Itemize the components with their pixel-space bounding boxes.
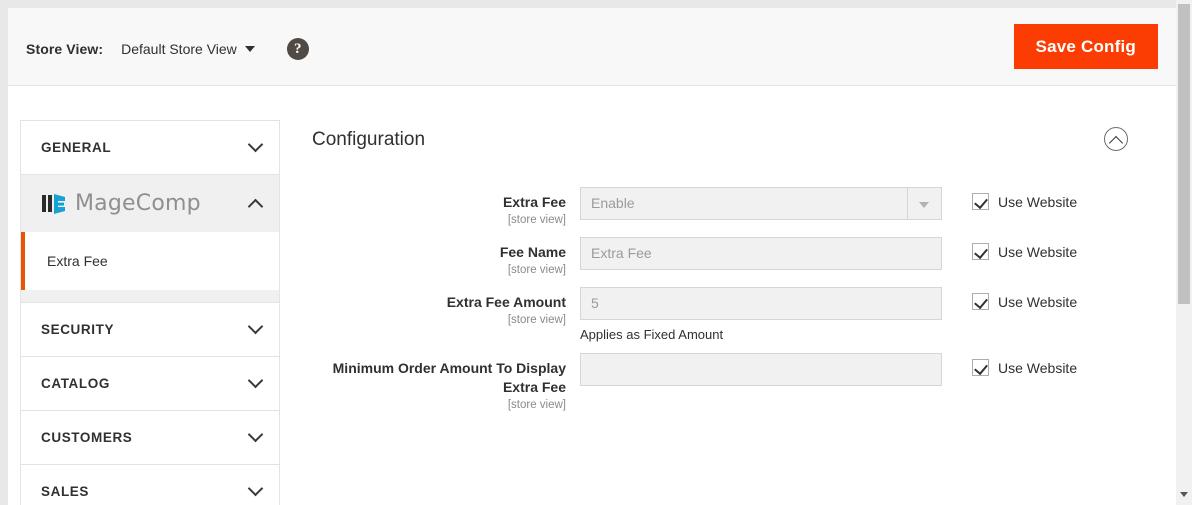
sidebar-section-catalog-header[interactable]: CATALOG <box>21 357 279 410</box>
field-row-fee-name: Fee Name [store view] Extra Fee Use Webs… <box>300 237 1176 276</box>
chevron-up-icon <box>247 198 264 214</box>
scroll-down-arrow-icon[interactable] <box>1180 492 1188 497</box>
chevron-up-circle-icon[interactable] <box>1104 127 1128 151</box>
use-website-checkbox[interactable] <box>972 359 989 376</box>
scrollbar-thumb[interactable] <box>1178 4 1190 304</box>
field-scope-text: [store view] <box>507 314 566 326</box>
chevron-down-icon <box>247 372 264 388</box>
content-row: GENERAL MageComp Extra Fee SECURITY CATA… <box>8 87 1176 505</box>
inherit-group-fee-name: Use Website <box>972 237 1077 260</box>
field-label-text: Minimum Order Amount To Display Extra Fe… <box>332 360 566 395</box>
extra-fee-select[interactable]: Enable <box>580 187 942 220</box>
store-view-value: Default Store View <box>121 41 237 57</box>
sidebar-item-extra-fee-label: Extra Fee <box>47 253 108 269</box>
fee-name-input[interactable]: Extra Fee <box>580 237 942 270</box>
field-label-fee-name: Fee Name [store view] <box>300 237 580 276</box>
sidebar-section-security-header[interactable]: SECURITY <box>21 303 279 356</box>
page-root: Store View: Default Store View ? Save Co… <box>0 0 1192 505</box>
page-header: Store View: Default Store View ? Save Co… <box>8 8 1176 86</box>
sidebar-section-security[interactable]: SECURITY <box>20 302 280 356</box>
chevron-down-icon <box>247 136 264 152</box>
use-website-checkbox[interactable] <box>972 293 989 310</box>
store-view-group: Store View: Default Store View ? <box>26 38 309 60</box>
configuration-form: Extra Fee [store view] Enable Use Websit… <box>300 187 1176 411</box>
sidebar-section-customers-header[interactable]: CUSTOMERS <box>21 411 279 464</box>
sidebar-section-catalog[interactable]: CATALOG <box>20 356 280 410</box>
field-control-minimum-order-amount <box>580 353 942 386</box>
field-scope-text: [store view] <box>507 214 566 226</box>
field-control-extra-fee-amount: 5 Applies as Fixed Amount <box>580 287 942 342</box>
inherit-group-minimum-order-amount: Use Website <box>972 353 1077 376</box>
store-view-label: Store View: <box>26 41 104 57</box>
sidebar-section-security-label: SECURITY <box>41 322 115 337</box>
magecomp-logo: MageComp <box>41 191 201 217</box>
field-label-text: Fee Name <box>499 244 566 260</box>
page-title: Configuration <box>312 129 426 150</box>
config-main: Configuration Extra Fee [store view] Ena… <box>300 87 1176 505</box>
sidebar-section-general-label: GENERAL <box>41 140 112 155</box>
store-view-switcher[interactable]: Default Store View <box>121 41 255 57</box>
field-label-text: Extra Fee Amount <box>446 294 566 310</box>
sidebar-section-catalog-label: CATALOG <box>41 376 110 391</box>
sidebar-section-sales-label: SALES <box>41 484 90 499</box>
sidebar-section-customers[interactable]: CUSTOMERS <box>20 410 280 464</box>
page-scrollbar[interactable] <box>1176 0 1192 505</box>
chevron-down-icon <box>247 426 264 442</box>
field-label-extra-fee: Extra Fee [store view] <box>300 187 580 226</box>
minimum-order-amount-input[interactable] <box>580 353 942 386</box>
sidebar-section-sales[interactable]: SALES <box>20 464 280 505</box>
magecomp-logo-icon <box>41 191 69 217</box>
field-control-extra-fee: Enable <box>580 187 942 220</box>
use-website-checkbox[interactable] <box>972 243 989 260</box>
use-website-label: Use Website <box>998 359 1078 376</box>
sidebar-subitems: Extra Fee <box>20 232 280 290</box>
chevron-down-icon <box>247 318 264 334</box>
configuration-header: Configuration <box>312 123 1128 169</box>
extra-fee-amount-hint: Applies as Fixed Amount <box>580 327 724 342</box>
field-control-fee-name: Extra Fee <box>580 237 942 270</box>
sidebar-section-customers-label: CUSTOMERS <box>41 430 133 445</box>
save-config-button[interactable]: Save Config <box>1013 24 1158 69</box>
field-scope-text: [store view] <box>507 399 566 411</box>
sidebar-section-sales-header[interactable]: SALES <box>21 465 279 505</box>
use-website-label: Use Website <box>998 293 1078 310</box>
sidebar-section-general-header[interactable]: GENERAL <box>21 121 279 174</box>
sidebar-section-general[interactable]: GENERAL <box>20 120 280 174</box>
field-label-minimum-order-amount: Minimum Order Amount To Display Extra Fe… <box>300 353 580 411</box>
inherit-group-extra-fee-amount: Use Website <box>972 287 1077 310</box>
sidebar-section-magecomp[interactable]: MageComp <box>20 174 280 232</box>
question-mark-icon[interactable]: ? <box>286 38 309 60</box>
field-row-minimum-order-amount: Minimum Order Amount To Display Extra Fe… <box>300 353 1176 411</box>
use-website-label: Use Website <box>998 243 1078 260</box>
chevron-down-icon[interactable] <box>907 188 941 219</box>
field-label-text: Extra Fee <box>502 194 566 210</box>
sidebar-section-magecomp-header[interactable]: MageComp <box>21 175 279 232</box>
extra-fee-amount-input[interactable]: 5 <box>580 287 942 320</box>
extra-fee-select-value: Enable <box>591 195 635 211</box>
field-label-extra-fee-amount: Extra Fee Amount [store view] <box>300 287 580 326</box>
field-row-extra-fee: Extra Fee [store view] Enable Use Websit… <box>300 187 1176 226</box>
chevron-down-icon <box>247 480 264 496</box>
use-website-checkbox[interactable] <box>972 193 989 210</box>
config-sidebar: GENERAL MageComp Extra Fee SECURITY CATA… <box>20 120 280 505</box>
sidebar-subitems-spacer <box>20 290 280 302</box>
sidebar-item-extra-fee[interactable]: Extra Fee <box>21 232 279 290</box>
field-row-extra-fee-amount: Extra Fee Amount [store view] 5 Applies … <box>300 287 1176 342</box>
inherit-group-extra-fee: Use Website <box>972 187 1077 210</box>
magecomp-logo-label: MageComp <box>75 191 201 216</box>
admin-viewport: Store View: Default Store View ? Save Co… <box>8 8 1176 505</box>
chevron-down-icon <box>244 46 255 52</box>
field-scope-text: [store view] <box>507 264 566 276</box>
use-website-label: Use Website <box>998 193 1078 210</box>
